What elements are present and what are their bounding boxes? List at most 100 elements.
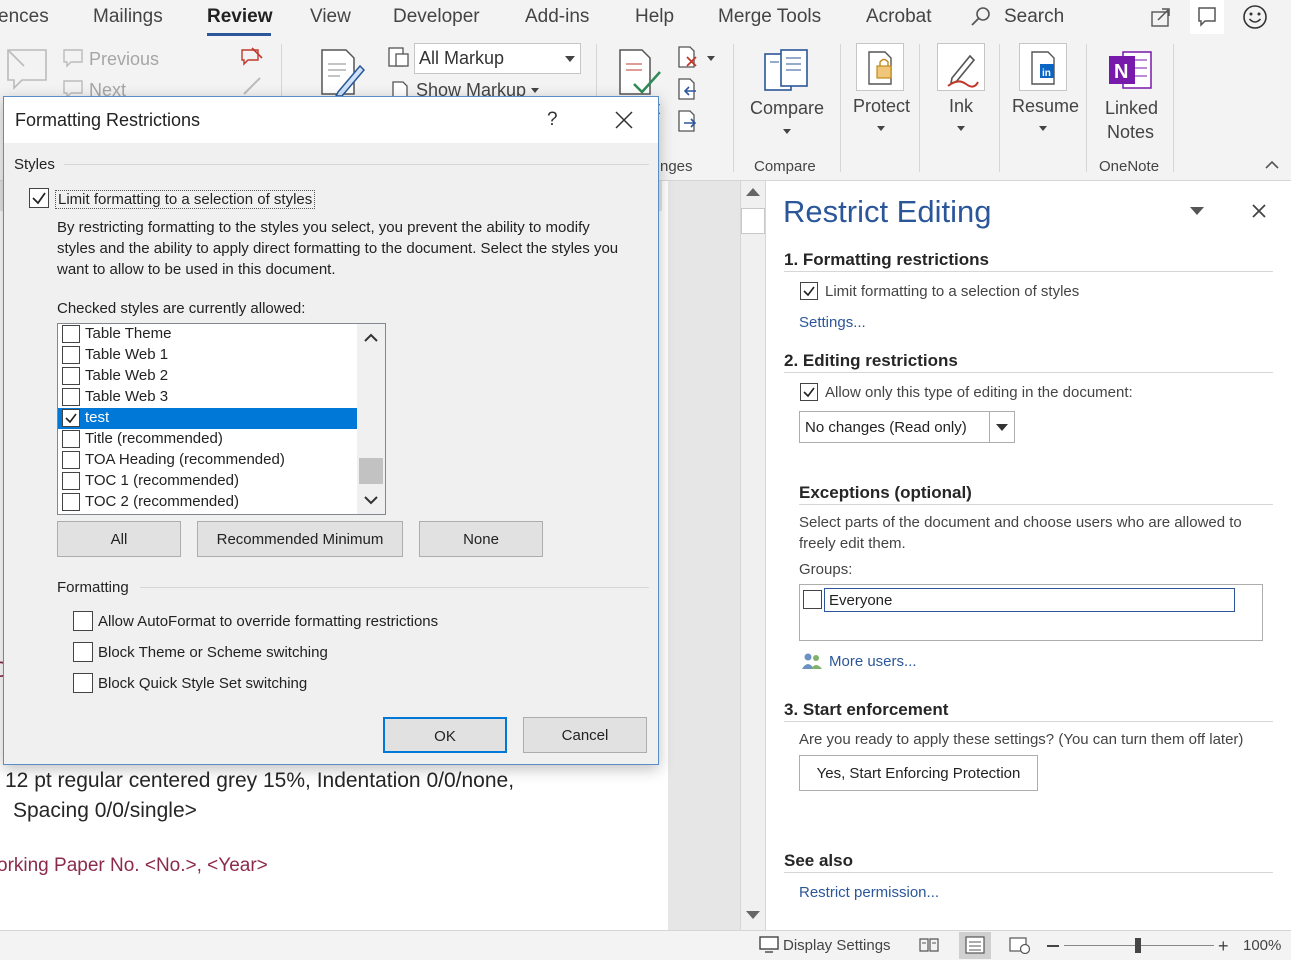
allow-editing-type-checkbox[interactable] xyxy=(800,383,818,401)
style-checkbox[interactable] xyxy=(62,409,80,427)
tab-references[interactable]: ences xyxy=(0,6,49,28)
styles-scrollbar-thumb[interactable] xyxy=(359,458,383,484)
editing-type-dropdown[interactable]: No changes (Read only) xyxy=(799,411,1015,443)
linked-notes-label-2[interactable]: Notes xyxy=(1107,122,1154,143)
style-list-item[interactable]: TOA Heading (recommended) xyxy=(58,450,358,471)
dialog-close-icon[interactable] xyxy=(615,111,633,129)
dialog-titlebar[interactable]: Formatting Restrictions ? xyxy=(4,97,658,143)
style-list-item[interactable]: Title (recommended) xyxy=(58,429,358,450)
tab-help[interactable]: Help xyxy=(635,6,674,28)
block-theme-checkbox[interactable] xyxy=(73,642,93,662)
tab-review[interactable]: Review xyxy=(207,6,272,28)
previous-comment-button[interactable]: Previous xyxy=(89,49,159,70)
tab-mailings[interactable]: Mailings xyxy=(93,6,163,28)
scroll-up-arrow-icon[interactable] xyxy=(746,188,760,196)
scrollbar-thumb[interactable] xyxy=(741,208,765,234)
style-list-item[interactable]: Table Web 2 xyxy=(58,366,358,387)
style-list-item[interactable]: TOC 1 (recommended) xyxy=(58,471,358,492)
markup-dropdown[interactable]: All Markup xyxy=(414,43,581,74)
tell-me-search[interactable]: Search xyxy=(1004,6,1064,28)
resume-button-icon-box[interactable]: in xyxy=(1019,43,1067,91)
previous-change-icon[interactable] xyxy=(676,77,700,101)
compare-icon[interactable] xyxy=(763,48,811,96)
style-list-item-selected[interactable]: test xyxy=(58,408,358,429)
styles-scrollbar[interactable] xyxy=(357,324,385,514)
pane-options-chevron-icon[interactable] xyxy=(1190,207,1204,215)
comments-button[interactable] xyxy=(1190,0,1224,34)
style-checkbox[interactable] xyxy=(62,472,80,490)
allow-autoformat-checkbox[interactable] xyxy=(73,611,93,631)
cancel-button[interactable]: Cancel xyxy=(523,717,647,753)
ink-button-icon-box[interactable] xyxy=(937,43,985,91)
enforcement-question: Are you ready to apply these settings? (… xyxy=(799,731,1244,748)
recommended-minimum-button[interactable]: Recommended Minimum xyxy=(197,521,403,557)
block-quick-style-checkbox[interactable] xyxy=(73,673,93,693)
scroll-down-arrow-icon[interactable] xyxy=(746,911,760,919)
style-checkbox[interactable] xyxy=(62,325,80,343)
onenote-icon[interactable]: N xyxy=(1107,48,1153,92)
ink-comment-icon[interactable] xyxy=(240,76,264,96)
share-icon[interactable] xyxy=(1148,4,1174,30)
style-list-item[interactable]: Table Web 3 xyxy=(58,387,358,408)
select-none-styles-button[interactable]: None xyxy=(419,521,543,557)
linked-notes-label-1[interactable]: Linked xyxy=(1105,98,1158,119)
compare-button[interactable]: Compare xyxy=(750,98,824,119)
collapse-ribbon-icon[interactable] xyxy=(1265,160,1279,170)
next-change-icon[interactable] xyxy=(676,109,700,133)
zoom-out-button[interactable] xyxy=(1047,945,1059,947)
style-checkbox[interactable] xyxy=(62,493,80,511)
tab-acrobat[interactable]: Acrobat xyxy=(866,6,931,28)
tab-developer[interactable]: Developer xyxy=(393,6,480,28)
zoom-slider-thumb[interactable] xyxy=(1135,938,1141,953)
style-list-item[interactable]: Table Theme xyxy=(58,324,358,345)
resume-button[interactable]: Resume xyxy=(1012,96,1079,117)
track-changes-icon[interactable] xyxy=(316,46,366,98)
group-everyone-checkbox[interactable] xyxy=(803,590,822,609)
read-mode-icon[interactable] xyxy=(919,937,939,953)
style-checkbox[interactable] xyxy=(62,346,80,364)
protect-button[interactable]: Protect xyxy=(853,96,910,117)
settings-link[interactable]: Settings... xyxy=(799,314,866,331)
tab-add-ins[interactable]: Add-ins xyxy=(525,6,589,28)
tab-view[interactable]: View xyxy=(310,6,351,28)
previous-comment-icon[interactable] xyxy=(62,48,84,68)
pane-close-icon[interactable] xyxy=(1251,203,1267,219)
delete-comment-icon[interactable] xyxy=(238,46,264,68)
web-layout-icon[interactable] xyxy=(1009,936,1031,954)
display-settings-button[interactable]: Display Settings xyxy=(783,937,891,954)
dialog-help-button[interactable]: ? xyxy=(547,109,558,131)
changes-group-label: nges xyxy=(660,158,693,175)
vertical-scrollbar[interactable] xyxy=(740,181,766,930)
start-enforcing-button[interactable]: Yes, Start Enforcing Protection xyxy=(799,755,1038,791)
limit-formatting-checkbox[interactable] xyxy=(29,188,49,208)
tab-merge-tools[interactable]: Merge Tools xyxy=(718,6,821,28)
restrict-permission-link[interactable]: Restrict permission... xyxy=(799,884,939,901)
style-checkbox[interactable] xyxy=(62,430,80,448)
ok-button[interactable]: OK xyxy=(383,717,507,753)
display-settings-icon[interactable] xyxy=(759,936,781,954)
zoom-level[interactable]: 100% xyxy=(1243,937,1281,954)
style-list-item[interactable]: TOC 2 (recommended) xyxy=(58,492,358,513)
select-all-styles-button[interactable]: All xyxy=(57,521,181,557)
accept-change-icon[interactable] xyxy=(614,48,662,98)
more-users-link[interactable]: More users... xyxy=(829,653,917,670)
style-checkbox[interactable] xyxy=(62,388,80,406)
limit-formatting-label[interactable]: Limit formatting to a selection of style… xyxy=(55,190,316,209)
pane-limit-formatting-checkbox[interactable] xyxy=(800,282,818,300)
scroll-up-arrow-icon[interactable] xyxy=(364,333,378,342)
scroll-down-arrow-icon[interactable] xyxy=(364,496,378,505)
protect-button-icon-box[interactable] xyxy=(856,43,904,91)
ink-button[interactable]: Ink xyxy=(949,96,973,117)
print-layout-view-button[interactable] xyxy=(959,932,991,959)
zoom-in-button[interactable]: + xyxy=(1218,936,1229,957)
style-list-item[interactable]: Table Web 1 xyxy=(58,345,358,366)
smiley-feedback-icon[interactable] xyxy=(1241,3,1269,31)
search-icon[interactable] xyxy=(970,6,992,28)
chevron-down-icon[interactable] xyxy=(707,56,715,61)
styles-listbox[interactable]: Table Theme Table Web 1 Table Web 2 Tabl… xyxy=(57,323,386,515)
group-everyone-item[interactable]: Everyone xyxy=(824,588,1235,612)
new-comment-icon[interactable] xyxy=(4,46,48,90)
reject-change-icon[interactable] xyxy=(676,45,700,69)
style-checkbox[interactable] xyxy=(62,451,80,469)
style-checkbox[interactable] xyxy=(62,367,80,385)
